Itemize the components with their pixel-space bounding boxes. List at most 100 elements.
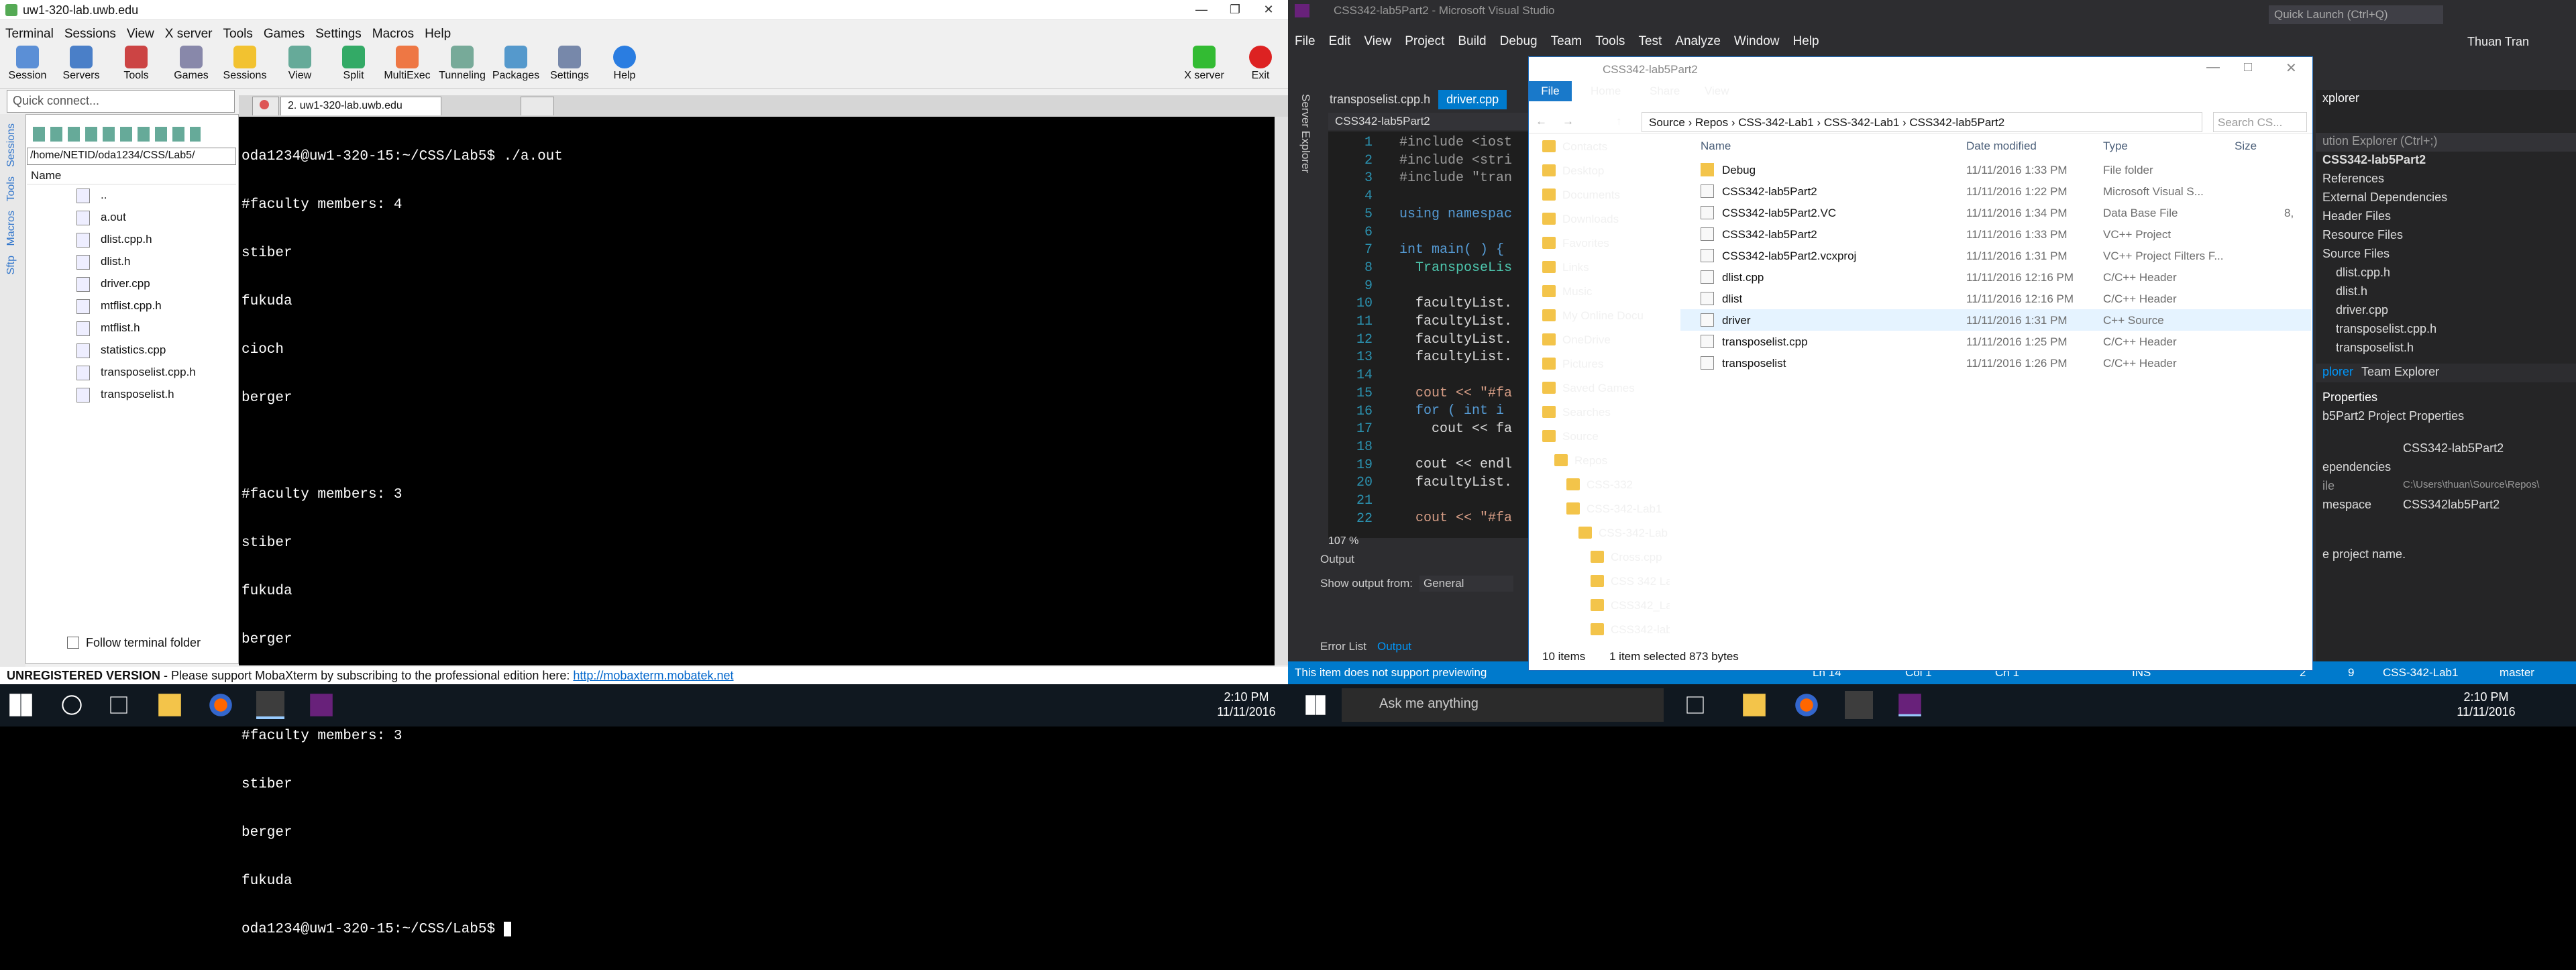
file-item[interactable]: a.out — [27, 207, 236, 229]
packages-button[interactable]: Packages — [490, 44, 542, 82]
sftp-toolbar[interactable] — [33, 127, 201, 142]
games-button[interactable]: Games — [165, 44, 217, 82]
show-output-select[interactable]: General — [1419, 576, 1513, 592]
property-row[interactable]: mespace CSS342lab5Part2 — [2316, 496, 2576, 515]
menu-macros[interactable]: Macros — [372, 27, 414, 42]
mobaxterm-taskbar-icon[interactable] — [1845, 691, 1873, 719]
crumb[interactable]: CSS-342-Lab1 — [1824, 116, 1899, 129]
vs-menu-help[interactable]: Help — [1792, 34, 1819, 49]
nav-item[interactable]: CSS342_La — [1529, 594, 1670, 618]
file-row[interactable]: CSS342-lab5Part2.VC 11/11/2016 1:34 PM Dat… — [1680, 202, 2311, 223]
output-tab[interactable]: Output — [1377, 640, 1411, 653]
explorer-search-input[interactable]: Search CS... — [2213, 112, 2307, 132]
side-tab-sessions[interactable]: Sessions — [5, 123, 17, 167]
team-explorer-tab[interactable]: Team Explorer — [2361, 365, 2439, 378]
nav-item[interactable]: Searches — [1529, 400, 1670, 425]
menu-tools[interactable]: Tools — [223, 27, 253, 42]
multiexec-button[interactable]: MultiExec — [381, 44, 433, 82]
menu-help[interactable]: Help — [425, 27, 451, 42]
nav-item[interactable]: My Online Docu — [1529, 304, 1670, 328]
nav-item[interactable]: Downloads — [1529, 207, 1670, 231]
visual-studio-icon[interactable] — [310, 694, 333, 716]
file-item[interactable]: transposelist.cpp.h — [27, 362, 236, 384]
nav-item[interactable]: Repos — [1529, 449, 1670, 473]
ribbon-share-tab[interactable]: Share — [1650, 85, 1680, 98]
file-row[interactable]: CSS342-lab5Part2 11/11/2016 1:22 PM Micros… — [1680, 180, 2311, 202]
crumb[interactable]: CSS342-lab5Part2 — [1909, 116, 2004, 129]
ribbon-view-tab[interactable]: View — [1705, 85, 1729, 98]
vs-menu-edit[interactable]: Edit — [1329, 34, 1351, 49]
task-view-icon[interactable] — [1686, 696, 1704, 714]
file-row[interactable]: transposelist.cpp 11/11/2016 1:25 PM C/C++… — [1680, 331, 2311, 352]
solution-item[interactable]: Resource Files — [2316, 227, 2576, 246]
side-tab-sftp[interactable]: Sftp — [5, 256, 17, 274]
property-row[interactable]: CSS342-lab5Part2 — [2316, 440, 2576, 459]
file-explorer-icon[interactable] — [158, 694, 181, 716]
view-button[interactable]: View — [274, 44, 326, 82]
task-view-icon[interactable] — [110, 696, 127, 714]
terminal-scrollbar[interactable] — [1275, 117, 1288, 665]
ribbon-home-tab[interactable]: Home — [1591, 85, 1621, 98]
taskbar-clock[interactable]: 2:10 PM 11/11/2016 — [1213, 690, 1280, 719]
vs-menu-team[interactable]: Team — [1551, 34, 1582, 49]
sftp-path-input[interactable]: /home/NETID/oda1234/CSS/Lab5/ — [27, 148, 236, 165]
up-arrow-icon[interactable]: ↑ — [1616, 115, 1622, 128]
property-row[interactable]: ile C:\Users\thuan\Source\Repos\ — [2316, 478, 2576, 496]
vs-menu-debug[interactable]: Debug — [1500, 34, 1538, 49]
firefox-icon[interactable] — [209, 694, 232, 716]
windows-start-icon[interactable] — [9, 694, 32, 716]
vs-menu-window[interactable]: Window — [1734, 34, 1780, 49]
column-size[interactable]: Size — [2235, 140, 2257, 153]
close-button[interactable]: ✕ — [1253, 0, 1284, 20]
nav-item[interactable]: Saved Games — [1529, 376, 1670, 400]
solution-item[interactable]: References — [2316, 170, 2576, 189]
quick-launch-input[interactable]: Quick Launch (Ctrl+Q) — [2269, 5, 2443, 24]
nav-item[interactable]: Desktop — [1529, 159, 1670, 183]
file-item[interactable]: mtflist.cpp.h — [27, 295, 236, 317]
error-list-tab[interactable]: Error List — [1320, 640, 1366, 653]
explorer-minimize-button[interactable]: — — [2206, 60, 2220, 75]
file-row[interactable]: Debug 11/11/2016 1:33 PM File folder — [1680, 159, 2311, 180]
file-row[interactable]: CSS342-lab5Part2 11/11/2016 1:33 PM VC++ P… — [1680, 223, 2311, 245]
menu-sessions[interactable]: Sessions — [64, 27, 116, 42]
session-tab[interactable]: 2. uw1-320-lab.uwb.edu — [280, 97, 441, 115]
server-explorer-tab[interactable]: Server Explorer — [1288, 90, 1312, 640]
status-pending-count[interactable]: 9 — [2348, 666, 2354, 680]
file-item[interactable]: .. — [27, 184, 236, 207]
file-item[interactable]: dlist.h — [27, 251, 236, 273]
nav-item[interactable]: CSS 342 La — [1529, 570, 1670, 594]
tab-transposelist[interactable]: transposelist.cpp.h — [1322, 90, 1438, 109]
tab-driver[interactable]: driver.cpp — [1438, 90, 1507, 109]
vs-menu-build[interactable]: Build — [1458, 34, 1486, 49]
address-bar[interactable]: Source › Repos › CSS-342-Lab1 › CSS-342-… — [1642, 112, 2202, 132]
file-row[interactable]: transposelist 11/11/2016 1:26 PM C/C++ Hea… — [1680, 352, 2311, 374]
restore-button[interactable]: ❐ — [1220, 0, 1250, 20]
solution-item[interactable]: transposelist.h — [2316, 339, 2576, 358]
nav-item[interactable]: Links — [1529, 256, 1670, 280]
menu-settings[interactable]: Settings — [315, 27, 362, 42]
solution-project[interactable]: CSS342-lab5Part2 — [2316, 152, 2576, 170]
visual-studio-icon[interactable] — [1898, 694, 1921, 716]
nav-item[interactable]: Favorites — [1529, 231, 1670, 256]
file-item[interactable]: dlist.cpp.h — [27, 229, 236, 251]
tools-button[interactable]: Tools — [110, 44, 162, 82]
windows-start-icon[interactable] — [1305, 695, 1326, 715]
menu-view[interactable]: View — [127, 27, 154, 42]
column-date[interactable]: Date modified — [1966, 140, 2037, 153]
taskbar-clock[interactable]: 2:10 PM 11/11/2016 — [2453, 690, 2520, 719]
sessions-button[interactable]: Sessions — [219, 44, 271, 82]
xserver-button[interactable]: X server — [1178, 44, 1230, 82]
file-row[interactable]: dlist 11/11/2016 12:16 PM C/C++ Header — [1680, 288, 2311, 309]
nav-item[interactable]: CSS342-lab — [1529, 618, 1670, 642]
nav-item[interactable]: CSS-342-Lab — [1529, 521, 1670, 545]
crumb[interactable]: Source — [1649, 116, 1685, 129]
column-type[interactable]: Type — [2103, 140, 2128, 153]
forward-arrow-icon[interactable]: → — [1562, 115, 1574, 128]
solution-item[interactable]: External Dependencies — [2316, 189, 2576, 208]
crumb[interactable]: Repos — [1695, 116, 1728, 129]
home-tab[interactable] — [252, 97, 279, 115]
tunneling-button[interactable]: Tunneling — [436, 44, 488, 82]
file-row[interactable]: CSS342-lab5Part2.vcxproj 11/11/2016 1:31 … — [1680, 245, 2311, 266]
quick-connect-input[interactable]: Quick connect... — [7, 90, 235, 113]
mobaxterm-taskbar-icon[interactable] — [256, 691, 284, 719]
